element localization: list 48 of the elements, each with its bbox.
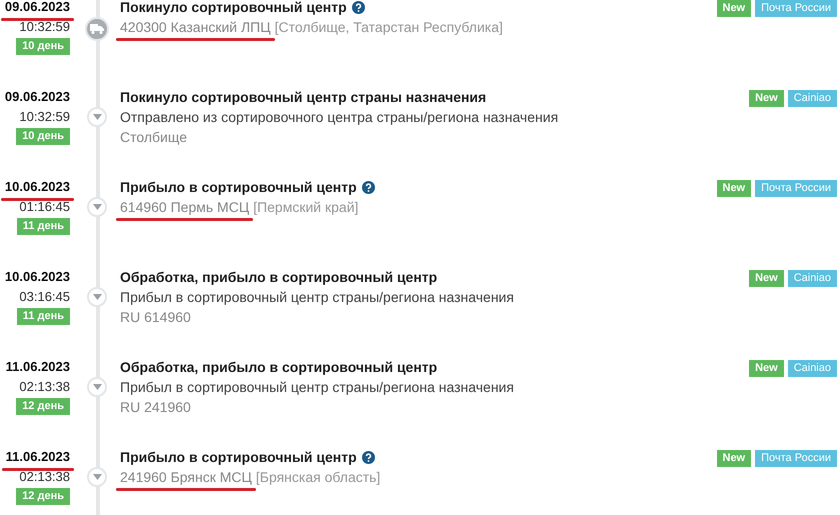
carrier-label: Почта России	[755, 0, 837, 17]
carrier-label: Почта России	[755, 450, 837, 467]
event-date: 09.06.2023	[4, 89, 70, 104]
event-description: Прибыл в сортировочный центр страны/региона назначения	[120, 288, 515, 307]
carrier-label: Почта России	[755, 180, 837, 197]
place-text: RU 241960	[120, 398, 192, 417]
day-badge: 10 день	[16, 38, 70, 55]
day-badge: 11 день	[16, 218, 70, 235]
day-badge: 12 день	[16, 488, 70, 505]
day-badge: 12 день	[16, 398, 70, 415]
event-time: 02:13:38	[19, 468, 70, 486]
event-date: 10.06.2023	[4, 269, 70, 284]
location-text: 241960 Брянск МСЦ	[120, 469, 252, 485]
event-time: 03:16:45	[19, 288, 70, 306]
event-description: Прибыл в сортировочный центр страны/региона назначения	[120, 378, 515, 397]
location-text: 420300 Казанский ЛПЦ	[120, 19, 271, 35]
status-label: New	[716, 450, 752, 467]
place-text: Столбище	[120, 128, 188, 147]
event-time: 01:16:45	[19, 198, 70, 216]
status-label: New	[716, 0, 752, 17]
event-title: Покинуло сортировочный центр	[120, 0, 347, 17]
event-title: Обработка, прибыло в сортировочный центр	[120, 358, 438, 377]
location-text: 614960 Пермь МСЦ	[120, 199, 250, 215]
region-text: [Столбище, Татарстан Республика]	[274, 18, 503, 37]
event-title: Прибыло в сортировочный центр	[120, 178, 357, 197]
event-title: Обработка, прибыло в сортировочный центр	[120, 268, 438, 287]
carrier-label: Cainiao	[788, 90, 837, 107]
place-text: RU 614960	[120, 308, 192, 327]
status-label: New	[749, 270, 784, 287]
event-time: 02:13:38	[19, 378, 70, 396]
event-title: Покинуло сортировочный центр страны назначения	[120, 88, 486, 107]
event-time: 10:32:59	[19, 108, 70, 126]
status-label: New	[716, 180, 752, 197]
event-date: 10.06.2023	[4, 179, 70, 194]
event-title: Прибыло в сортировочный центр	[120, 448, 357, 467]
event-description: Отправлено из сортировочного центра страны/региона назначения	[120, 108, 560, 127]
event-time: 10:32:59	[19, 18, 70, 36]
status-label: New	[749, 90, 784, 107]
carrier-label: Cainiao	[788, 360, 837, 377]
region-text: [Брянская область]	[256, 468, 380, 487]
status-label: New	[749, 360, 784, 377]
event-date: 11.06.2023	[6, 359, 70, 374]
carrier-label: Cainiao	[788, 270, 837, 287]
region-text: [Пермский край]	[253, 198, 358, 217]
day-badge: 10 день	[16, 128, 70, 145]
event-date: 09.06.2023	[4, 0, 70, 14]
day-badge: 11 день	[16, 308, 70, 325]
event-date: 11.06.2023	[6, 449, 70, 464]
